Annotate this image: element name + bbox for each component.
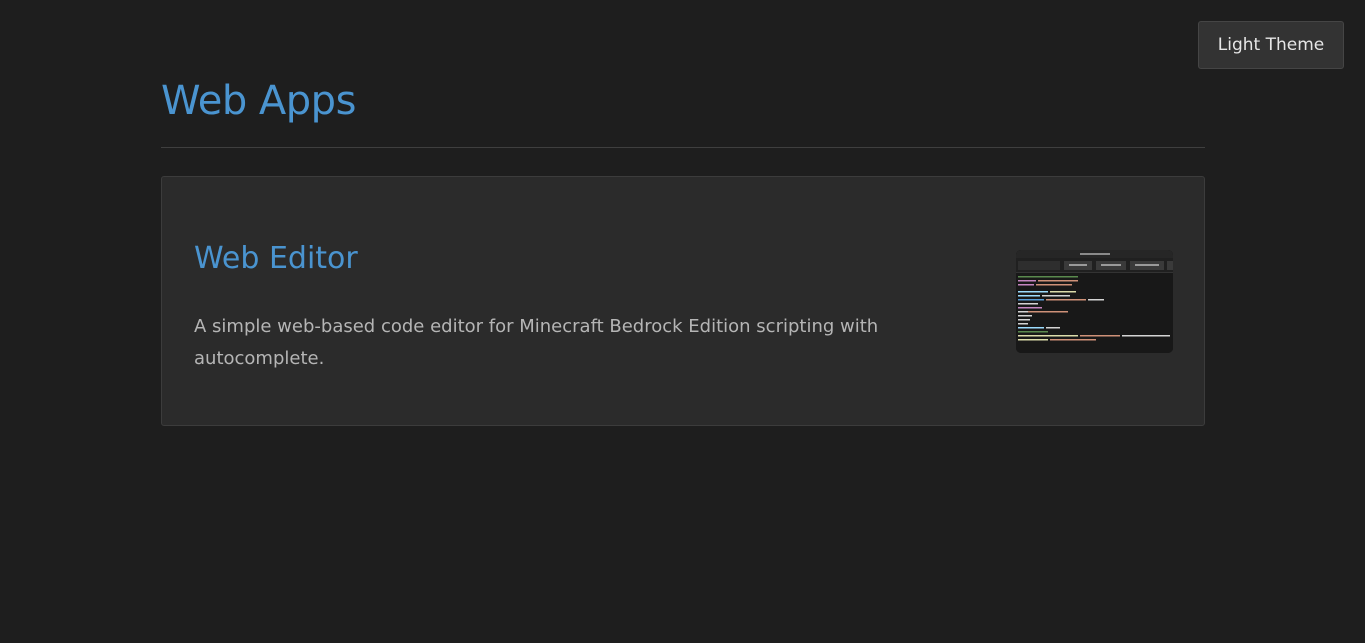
app-card-web-editor[interactable]: Web Editor A simple web-based code edito… [161, 176, 1205, 426]
theme-toggle-button[interactable]: Light Theme [1198, 21, 1344, 69]
title-divider [161, 147, 1205, 148]
app-preview-thumbnail [1016, 250, 1173, 353]
editor-screenshot-image [1016, 250, 1173, 353]
app-card-description: A simple web-based code editor for Minec… [194, 316, 879, 369]
page-title: Web Apps [161, 78, 356, 124]
app-card-title[interactable]: Web Editor [194, 241, 358, 276]
